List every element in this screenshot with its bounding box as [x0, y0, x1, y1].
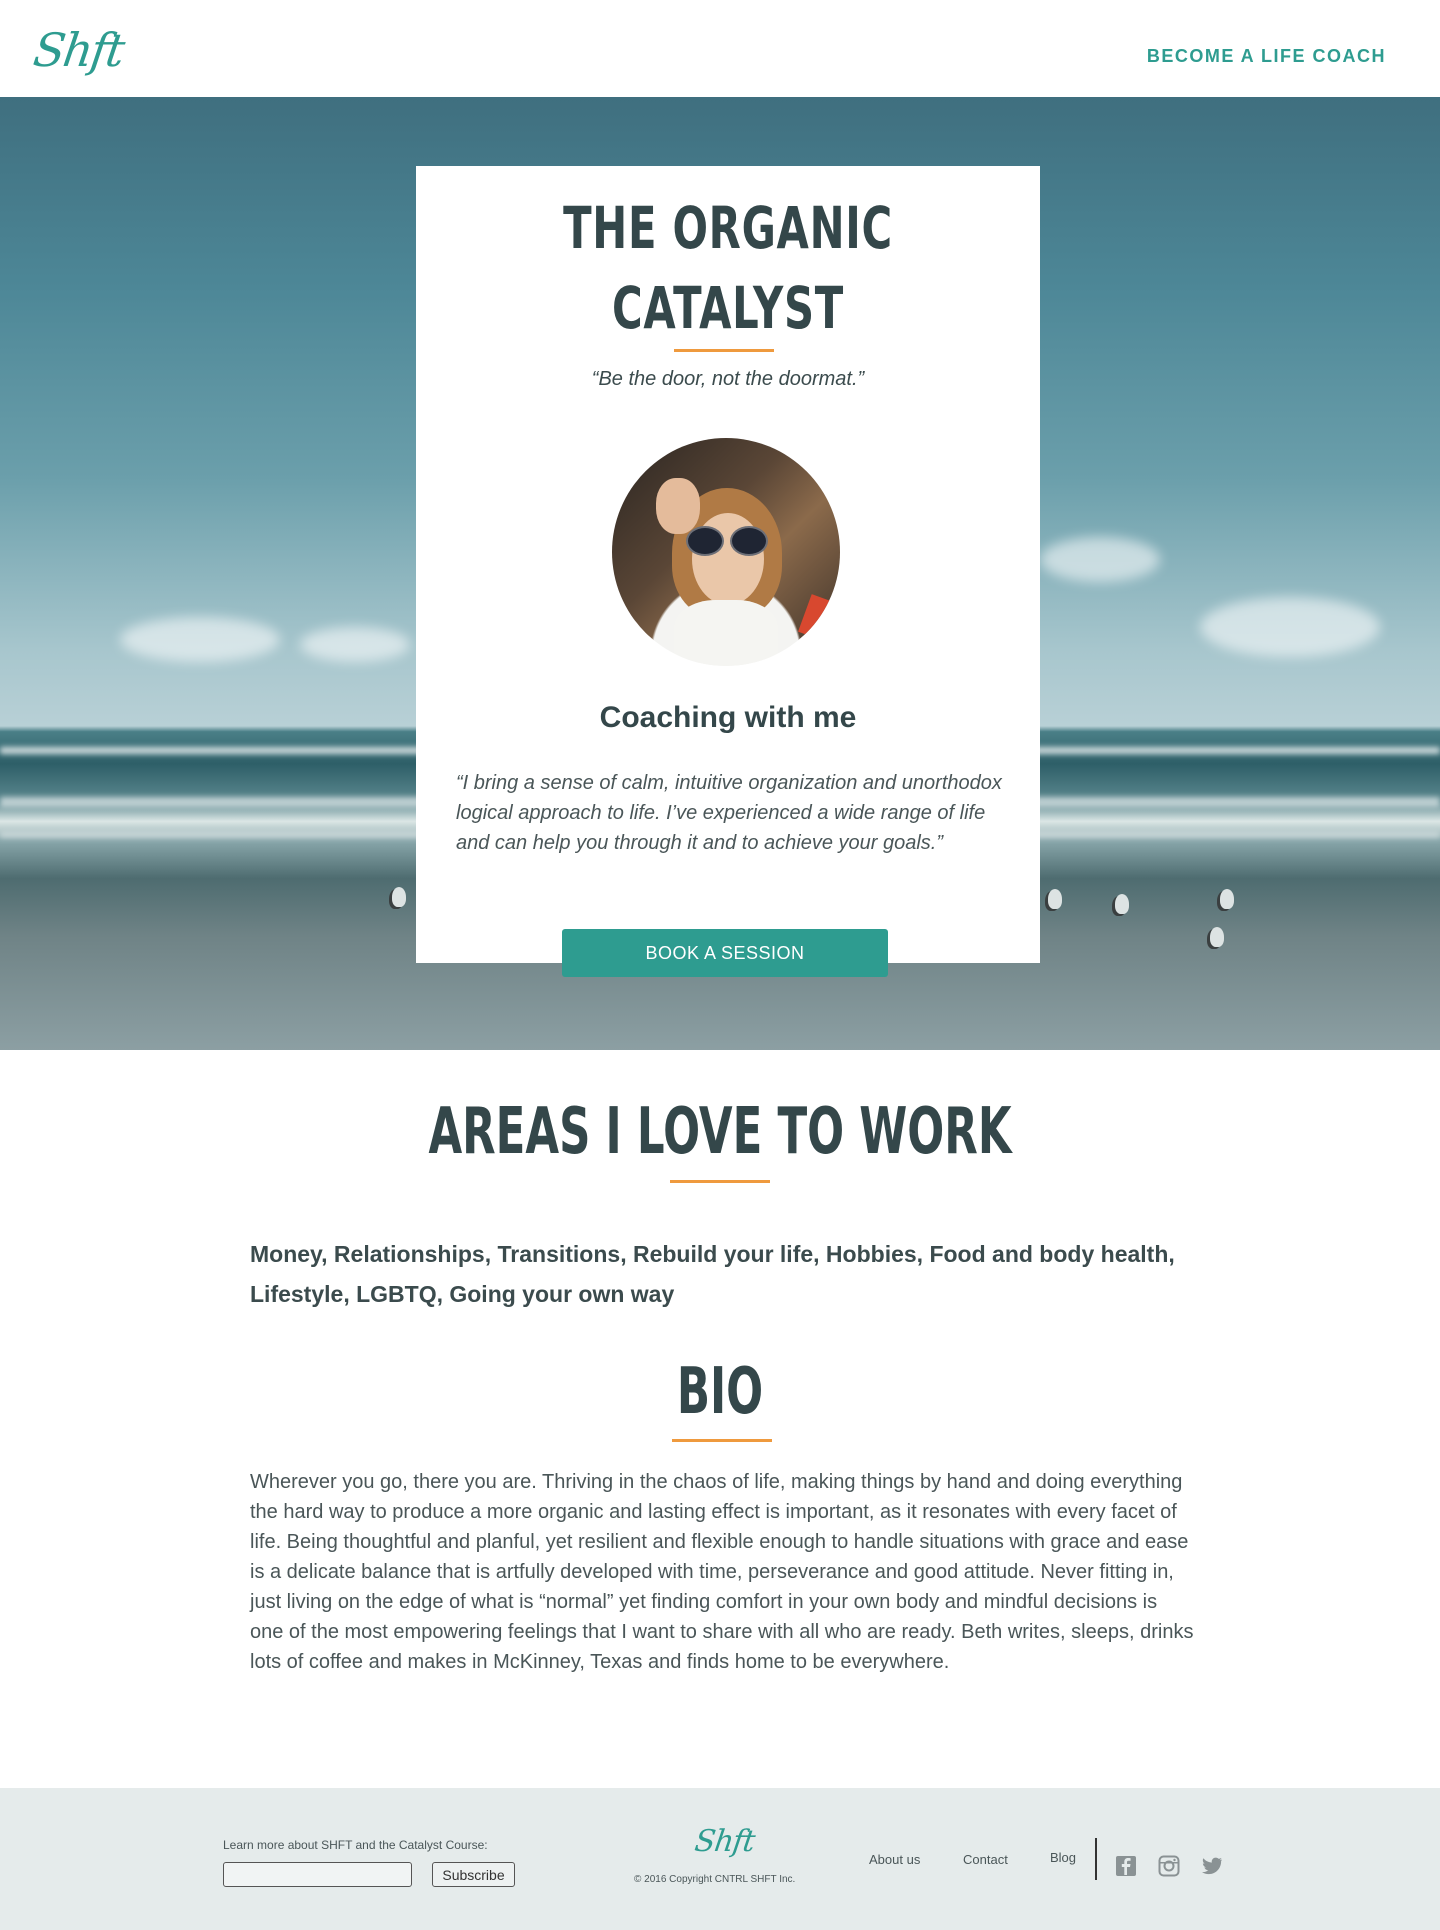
- book-session-button[interactable]: BOOK A SESSION: [562, 929, 888, 977]
- footer-shft-logo[interactable]: Shft: [693, 1824, 757, 1859]
- newsletter-label: Learn more about SHFT and the Catalyst C…: [223, 1838, 488, 1852]
- hero-background-cloud: [1040, 537, 1160, 582]
- avatar-sunglasses: [686, 526, 770, 556]
- newsletter-email-input[interactable]: [223, 1862, 412, 1887]
- seagull-image: [1115, 894, 1129, 914]
- site-footer: Learn more about SHFT and the Catalyst C…: [0, 1788, 1440, 1930]
- page-title: THE ORGANIC CATALYST: [563, 194, 893, 342]
- hero-background-cloud: [120, 617, 280, 662]
- bio-divider: [672, 1439, 772, 1442]
- bio-text: Wherever you go, there you are. Thriving…: [250, 1471, 1194, 1673]
- twitter-icon[interactable]: [1201, 1855, 1223, 1877]
- coaching-heading: Coaching with me: [599, 701, 857, 734]
- shft-logo[interactable]: Shft: [30, 20, 127, 80]
- areas-title: AREAS I LOVE TO WORK: [428, 1095, 1012, 1169]
- avatar: [612, 438, 840, 666]
- hero-background-cloud: [300, 627, 410, 662]
- subscribe-button[interactable]: Subscribe: [432, 1862, 515, 1887]
- avatar-hand: [656, 478, 700, 534]
- footer-link-contact[interactable]: Contact: [963, 1852, 1008, 1867]
- footer-separator: [1095, 1838, 1097, 1880]
- avatar-accent: [798, 594, 840, 642]
- hero-section: THE ORGANIC CATALYST “Be the door, not t…: [0, 97, 1440, 1050]
- footer-link-about[interactable]: About us: [869, 1852, 920, 1867]
- copyright-text: © 2016 Copyright CNTRL SHFT Inc.: [634, 1874, 796, 1885]
- become-life-coach-link[interactable]: BECOME A LIFE COACH: [1147, 46, 1386, 67]
- profile-card: THE ORGANIC CATALYST “Be the door, not t…: [416, 166, 1040, 977]
- seagull-image: [392, 887, 406, 907]
- avatar-scarf: [674, 600, 778, 666]
- areas-list: Money, Relationships, Transitions, Rebui…: [250, 1241, 1175, 1307]
- seagull-image: [1220, 889, 1234, 909]
- title-divider: [674, 349, 774, 352]
- facebook-icon[interactable]: [1115, 1855, 1137, 1877]
- sunglasses-lens: [686, 526, 724, 556]
- instagram-icon[interactable]: [1158, 1855, 1180, 1877]
- seagull-image: [1048, 889, 1062, 909]
- seagull-image: [1210, 927, 1224, 947]
- coaching-quote: “I bring a sense of calm, intuitive orga…: [456, 772, 1002, 854]
- tagline: “Be the door, not the doormat.”: [591, 368, 865, 390]
- site-header: Shft BECOME A LIFE COACH: [0, 0, 1440, 97]
- areas-divider: [670, 1180, 770, 1183]
- footer-link-blog[interactable]: Blog: [1050, 1850, 1076, 1865]
- sunglasses-lens: [730, 526, 768, 556]
- hero-background-cloud: [1200, 597, 1380, 657]
- bio-title: BIO: [676, 1355, 764, 1429]
